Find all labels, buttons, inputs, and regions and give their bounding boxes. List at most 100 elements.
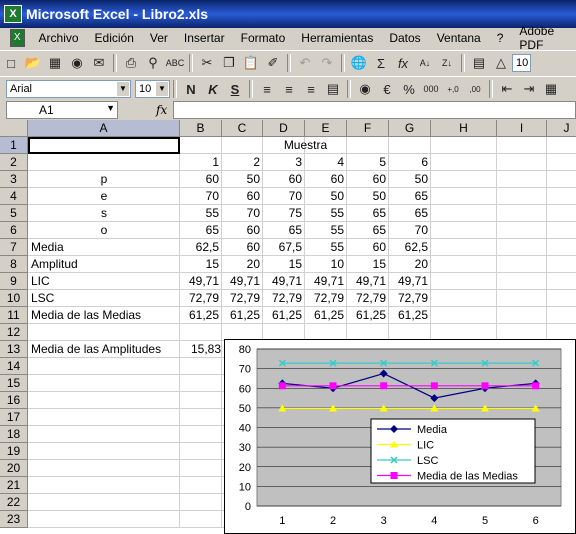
row-header-10[interactable]: 10: [0, 290, 28, 307]
decrease-decimal-icon[interactable]: ,00: [465, 79, 485, 99]
row-header-19[interactable]: 19: [0, 443, 28, 460]
grid-cell[interactable]: [180, 494, 222, 511]
zoom-combo[interactable]: 10: [512, 54, 531, 72]
active-cell-a1[interactable]: [28, 137, 180, 154]
grid-cell[interactable]: [547, 137, 576, 154]
grid-cell[interactable]: [180, 358, 222, 375]
menu-help[interactable]: ?: [489, 31, 512, 45]
row-header-9[interactable]: 9: [0, 273, 28, 290]
chevron-down-icon[interactable]: ▼: [106, 103, 115, 113]
column-header-i[interactable]: I: [497, 120, 547, 137]
save-icon[interactable]: ▦: [45, 53, 65, 73]
chart-wizard-icon[interactable]: ▤: [469, 53, 489, 73]
row-header-4[interactable]: 4: [0, 188, 28, 205]
grid-cell[interactable]: [180, 443, 222, 460]
new-icon[interactable]: □: [1, 53, 21, 73]
cut-icon[interactable]: ✂: [197, 53, 217, 73]
grid-cell[interactable]: [497, 222, 547, 239]
grid-cell[interactable]: [497, 205, 547, 222]
grid-cell[interactable]: [497, 137, 547, 154]
grid-cell[interactable]: [547, 222, 576, 239]
align-center-icon[interactable]: ≡: [279, 79, 299, 99]
grid-cell[interactable]: [180, 324, 222, 341]
row-header-22[interactable]: 22: [0, 494, 28, 511]
grid-cell[interactable]: [497, 307, 547, 324]
grid-cell[interactable]: [431, 137, 497, 154]
column-header-h[interactable]: H: [431, 120, 497, 137]
grid-cell[interactable]: [497, 273, 547, 290]
row-header-7[interactable]: 7: [0, 239, 28, 256]
grid-cell[interactable]: [28, 358, 180, 375]
grid-cell[interactable]: [547, 290, 576, 307]
menu-adobe-pdf[interactable]: Adobe PDF: [511, 24, 576, 52]
grid-cell[interactable]: [28, 494, 180, 511]
grid-cell[interactable]: [431, 188, 497, 205]
row-header-17[interactable]: 17: [0, 409, 28, 426]
grid-cell[interactable]: [431, 307, 497, 324]
select-all-corner[interactable]: [0, 120, 28, 137]
increase-decimal-icon[interactable]: +,0: [443, 79, 463, 99]
sort-ascending-icon[interactable]: A↓: [415, 53, 435, 73]
currency-icon[interactable]: ◉: [355, 79, 375, 99]
grid-cell[interactable]: [180, 375, 222, 392]
row-header-12[interactable]: 12: [0, 324, 28, 341]
sort-descending-icon[interactable]: Z↓: [437, 53, 457, 73]
column-header-c[interactable]: C: [222, 120, 263, 137]
grid-cell[interactable]: [547, 171, 576, 188]
grid-cell[interactable]: [28, 324, 180, 341]
percent-icon[interactable]: %: [399, 79, 419, 99]
menu-datos[interactable]: Datos: [381, 31, 428, 45]
autosum-icon[interactable]: Σ: [371, 53, 391, 73]
menu-ventana[interactable]: Ventana: [429, 31, 489, 45]
excel-app-icon[interactable]: X: [4, 5, 22, 23]
grid-cell[interactable]: [497, 239, 547, 256]
increase-indent-icon[interactable]: ⇥: [519, 79, 539, 99]
menu-herramientas[interactable]: Herramientas: [293, 31, 381, 45]
chevron-down-icon[interactable]: ▼: [117, 82, 129, 96]
menu-edicion[interactable]: Edición: [87, 31, 142, 45]
column-header-f[interactable]: F: [347, 120, 389, 137]
grid-cell[interactable]: [431, 222, 497, 239]
row-header-5[interactable]: 5: [0, 205, 28, 222]
grid-cell[interactable]: [497, 171, 547, 188]
column-header-a[interactable]: A: [28, 120, 180, 137]
column-header-g[interactable]: G: [389, 120, 431, 137]
grid-cell[interactable]: [180, 409, 222, 426]
row-header-6[interactable]: 6: [0, 222, 28, 239]
grid-cell[interactable]: [28, 426, 180, 443]
grid-cell[interactable]: [28, 154, 180, 171]
align-left-icon[interactable]: ≡: [257, 79, 277, 99]
grid-cell[interactable]: [547, 239, 576, 256]
row-header-21[interactable]: 21: [0, 477, 28, 494]
grid-cell[interactable]: [180, 426, 222, 443]
column-header-d[interactable]: D: [263, 120, 305, 137]
grid-cell[interactable]: [431, 290, 497, 307]
row-header-23[interactable]: 23: [0, 511, 28, 528]
hyperlink-icon[interactable]: 🌐: [349, 53, 369, 73]
fx-icon[interactable]: fx: [156, 103, 167, 117]
grid-cell[interactable]: [497, 256, 547, 273]
grid-cell[interactable]: [28, 460, 180, 477]
grid-cell[interactable]: [28, 477, 180, 494]
formula-input[interactable]: [173, 101, 576, 119]
chevron-down-icon[interactable]: ▼: [156, 82, 168, 96]
grid-cell[interactable]: [547, 307, 576, 324]
row-header-18[interactable]: 18: [0, 426, 28, 443]
paste-icon[interactable]: 📋: [241, 53, 261, 73]
row-header-16[interactable]: 16: [0, 392, 28, 409]
open-icon[interactable]: 📂: [23, 53, 43, 73]
row-header-2[interactable]: 2: [0, 154, 28, 171]
italic-icon[interactable]: K: [203, 79, 223, 99]
row-header-13[interactable]: 13: [0, 341, 28, 358]
row-header-3[interactable]: 3: [0, 171, 28, 188]
row-header-1[interactable]: 1: [0, 137, 28, 154]
control-chart[interactable]: 0 10 20 30 40 50 60 70 80 1 2 3 4 5 6 Media LIC LSC Media …: [224, 339, 576, 534]
grid-cell[interactable]: [180, 392, 222, 409]
column-header-e[interactable]: E: [305, 120, 347, 137]
grid-cell[interactable]: [547, 205, 576, 222]
euro-icon[interactable]: €: [377, 79, 397, 99]
drawing-icon[interactable]: △: [491, 53, 511, 73]
align-right-icon[interactable]: ≡: [301, 79, 321, 99]
grid-cell[interactable]: [28, 392, 180, 409]
menu-archivo[interactable]: Archivo: [31, 31, 87, 45]
